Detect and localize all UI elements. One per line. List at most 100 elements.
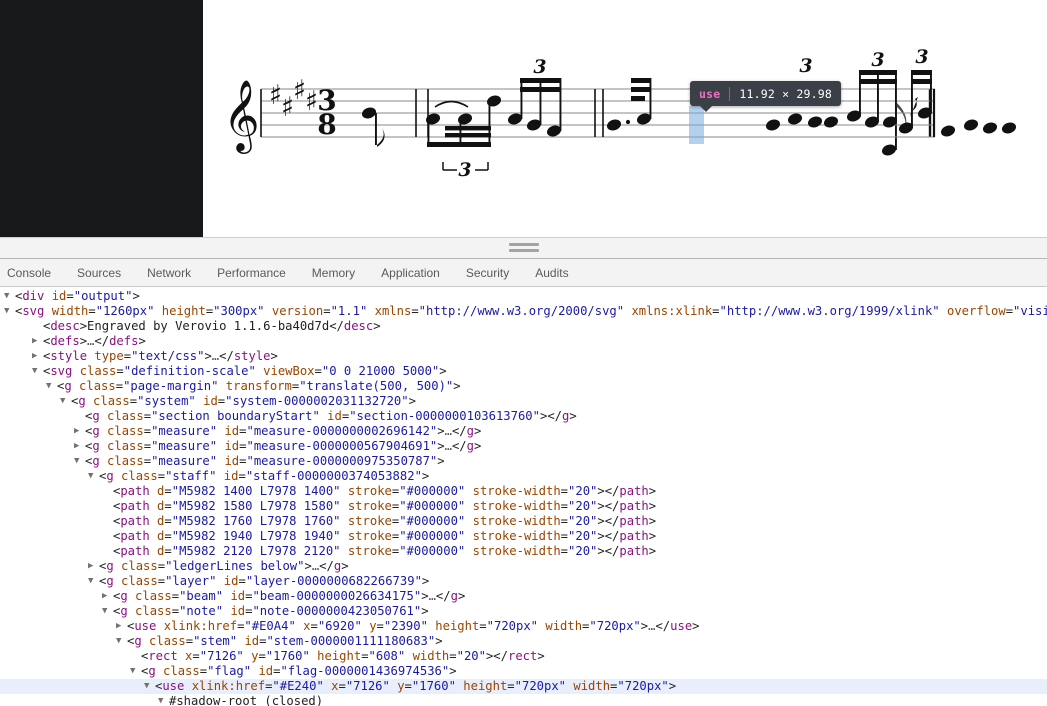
dom-tree-row[interactable]: <path d="M5982 2120 L7978 2120" stroke="…: [0, 544, 1047, 559]
token-tag: rect: [148, 649, 178, 663]
token-attr: class: [79, 379, 116, 393]
token-punct: =: [238, 574, 246, 588]
dom-tree-row[interactable]: <path d="M5982 1940 L7978 1940" stroke="…: [0, 529, 1047, 544]
tab-sources[interactable]: Sources: [64, 259, 134, 286]
disclosure-triangle-open-icon[interactable]: ▼: [144, 679, 155, 694]
token-punct: =: [258, 649, 266, 663]
dom-tree-row[interactable]: ▼ <g class="page-margin" transform="trans…: [0, 379, 1047, 394]
tab-label: Memory: [311, 265, 356, 280]
token-punct: =: [361, 649, 369, 663]
music-score-stage[interactable]: 𝄞 ♯ ♯ ♯ ♯ 3 8 3 3 3 3 3: [203, 0, 1047, 237]
token-val: "http://www.w3.org/1999/xlink": [719, 304, 940, 318]
tab-performance[interactable]: Performance: [204, 259, 299, 286]
token-attr: xmlns:xlink: [631, 304, 713, 318]
token-attr: stroke: [347, 499, 392, 513]
dom-row-markup: <g class="measure" id="measure-000000000…: [85, 424, 481, 439]
disclosure-triangle-open-icon[interactable]: ▼: [116, 634, 127, 649]
dom-tree-row[interactable]: ▶ <g class="beam" id="beam-00000000266341…: [0, 589, 1047, 604]
token-attr: overflow: [946, 304, 1006, 318]
dom-tree-row[interactable]: ▼ <g class="layer" id="layer-000000068226…: [0, 574, 1047, 589]
disclosure-triangle-open-icon[interactable]: ▼: [4, 304, 15, 319]
token-punct: </: [451, 439, 467, 453]
token-punct: [128, 589, 135, 603]
disclosure-triangle-open-icon[interactable]: ▼: [88, 469, 99, 484]
tab-memory[interactable]: Memory: [299, 259, 368, 286]
dom-tree-row[interactable]: ▼ <g class="note" id="note-00000004230507…: [0, 604, 1047, 619]
dom-tree-row[interactable]: ▼ <div id="output">: [0, 289, 1047, 304]
tab-application[interactable]: Application: [368, 259, 453, 286]
disclosure-triangle-open-icon[interactable]: ▼: [158, 694, 169, 706]
tab-audits[interactable]: Audits: [522, 259, 581, 286]
dom-tree-row[interactable]: <path d="M5982 1580 L7978 1580" stroke="…: [0, 499, 1047, 514]
dom-tree-row[interactable]: ▼ <g class="flag" id="flag-00000014369745…: [0, 664, 1047, 679]
token-tag: path: [619, 544, 649, 558]
token-tag: g: [466, 424, 474, 438]
token-attr: stroke-width: [472, 544, 561, 558]
token-val: "1760": [265, 649, 310, 663]
token-punct: [465, 499, 472, 513]
dom-tree-panel[interactable]: ▼ <div id="output"> ▼ <svg width="1260px" h…: [0, 287, 1047, 706]
dom-tree-row[interactable]: ▶ <style type="text/css">…</style>: [0, 349, 1047, 364]
dom-tree-row[interactable]: <rect x="7126" y="1760" height="608" wid…: [0, 649, 1047, 664]
dom-tree-row[interactable]: ▼ #shadow-root (closed): [0, 694, 1047, 706]
disclosure-triangle-closed-icon[interactable]: ▶: [116, 619, 127, 634]
token-val: "#000000": [399, 529, 466, 543]
token-punct: =: [88, 304, 96, 318]
disclosure-triangle-open-icon[interactable]: ▼: [4, 289, 15, 304]
tab-network[interactable]: Network: [134, 259, 204, 286]
token-punct: ></: [597, 484, 620, 498]
token-val: "flag": [207, 664, 252, 678]
token-punct: =: [164, 529, 172, 543]
token-val: "0 0 21000 5000": [321, 364, 440, 378]
disclosure-triangle-open-icon[interactable]: ▼: [102, 604, 113, 619]
token-val: "720px": [617, 679, 669, 693]
dom-tree-row[interactable]: ▶ <g class="measure" id="measure-00000000…: [0, 424, 1047, 439]
dom-tree-row[interactable]: ▶ <defs>…</defs>: [0, 334, 1047, 349]
tab-console[interactable]: Console: [0, 259, 64, 286]
token-punct: =: [143, 409, 152, 423]
dom-tree-row[interactable]: <path d="M5982 1760 L7978 1760" stroke="…: [0, 514, 1047, 529]
disclosure-triangle-closed-icon[interactable]: ▶: [102, 589, 113, 604]
dom-row-markup: <path d="M5982 1760 L7978 1760" stroke="…: [113, 514, 656, 529]
devtools-resizer-bar[interactable]: [0, 238, 1047, 259]
dom-tree-row-selected[interactable]: ▼ <use xlink:href="#E240" x="7126" y="176…: [0, 679, 1047, 694]
disclosure-triangle-open-icon[interactable]: ▼: [32, 364, 43, 379]
dom-tree-row[interactable]: ▼ <g class="staff" id="staff-000000037405…: [0, 469, 1047, 484]
dom-tree-row[interactable]: ▼ <g class="stem" id="stem-00000011111806…: [0, 634, 1047, 649]
devtools-tabbar[interactable]: ntsConsoleSourcesNetworkPerformanceMemor…: [0, 259, 1047, 287]
dom-row-markup: <use xlink:href="#E0A4" x="6920" y="2390…: [127, 619, 700, 634]
token-punct: =: [192, 649, 200, 663]
dom-tree-row[interactable]: ▼ <svg width="1260px" height="300px" vers…: [0, 304, 1047, 319]
dom-tree-row[interactable]: <g class="section boundaryStart" id="sec…: [0, 409, 1047, 424]
disclosure-triangle-open-icon[interactable]: ▼: [130, 664, 141, 679]
token-attr: height: [317, 649, 362, 663]
devtools-resize-handle-icon[interactable]: [508, 243, 539, 252]
dom-tree-row[interactable]: ▼ <g class="measure" id="measure-00000009…: [0, 454, 1047, 469]
token-attr: class: [135, 589, 172, 603]
disclosure-triangle-closed-icon[interactable]: ▶: [32, 334, 43, 349]
disclosure-triangle-open-icon[interactable]: ▼: [74, 454, 85, 469]
token-punct: [114, 559, 121, 573]
tab-security[interactable]: Security: [453, 259, 522, 286]
disclosure-triangle-closed-icon[interactable]: ▶: [32, 349, 43, 364]
dom-tree-row[interactable]: ▶ <use xlink:href="#E0A4" x="6920" y="239…: [0, 619, 1047, 634]
token-punct: =: [338, 679, 346, 693]
dom-tree-row[interactable]: <desc>Engraved by Verovio 1.1.6-ba40d7d<…: [0, 319, 1047, 334]
dom-tree-row[interactable]: ▼ <svg class="definition-scale" viewBox="…: [0, 364, 1047, 379]
dom-tree-row[interactable]: ▼ <g class="system" id="system-0000002031…: [0, 394, 1047, 409]
dom-tree-row[interactable]: ▶ <g class="ledgerLines below">…</g>: [0, 559, 1047, 574]
disclosure-triangle-closed-icon[interactable]: ▶: [88, 559, 99, 574]
disclosure-triangle-closed-icon[interactable]: ▶: [74, 424, 85, 439]
disclosure-triangle-closed-icon[interactable]: ▶: [74, 439, 85, 454]
token-tag: defs: [109, 334, 139, 348]
disclosure-triangle-open-icon[interactable]: ▼: [60, 394, 71, 409]
token-tag: svg: [22, 304, 45, 318]
dom-row-markup: <g class="stem" id="stem-000000111118068…: [127, 634, 443, 649]
disclosure-triangle-open-icon[interactable]: ▼: [88, 574, 99, 589]
dom-tree-row[interactable]: ▶ <g class="measure" id="measure-00000005…: [0, 439, 1047, 454]
disclosure-triangle-open-icon[interactable]: ▼: [46, 379, 57, 394]
dom-tree-row[interactable]: <path d="M5982 1400 L7978 1400" stroke="…: [0, 484, 1047, 499]
svg-text:3: 3: [799, 55, 812, 77]
token-tag: g: [120, 589, 128, 603]
